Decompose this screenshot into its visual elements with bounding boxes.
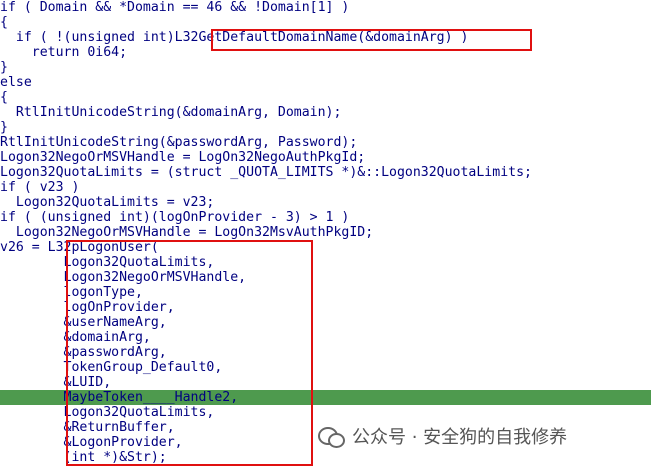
code-line-16: Logon32NegoOrMSVHandle = LogOn32MsvAuthP… [0,225,374,240]
code-line-12: Logon32QuotaLimits = (struct _QUOTA_LIMI… [0,165,532,180]
code-line-5: } [0,60,8,75]
wechat-icon [318,425,345,448]
code-line-13: if ( v23 ) [0,180,80,195]
code-line-15: if ( (unsigned int)(logOnProvider - 3) >… [0,210,350,225]
code-line-8: RtlInitUnicodeString(&domainArg, Domain)… [0,105,342,120]
code-line-11: Logon32NegoOrMSVHandle = LogOn32NegoAuth… [0,150,366,165]
watermark: 公众号 · 安全狗的自我修养 [318,421,574,451]
annotation-box-logon-user-args [66,240,313,466]
code-line-1: if ( Domain && *Domain == 46 && !Domain[… [0,0,350,15]
code-line-10: RtlInitUnicodeString(&passwordArg, Passw… [0,135,358,150]
watermark-text: 公众号 · 安全狗的自我修养 [352,427,568,448]
code-line-14: Logon32QuotaLimits = v23; [0,195,215,210]
code-line-7: { [0,90,8,105]
code-line-6: else [0,75,32,90]
code-line-2: { [0,15,8,30]
annotation-box-default-domain-call [211,29,532,51]
code-line-9: } [0,120,8,135]
